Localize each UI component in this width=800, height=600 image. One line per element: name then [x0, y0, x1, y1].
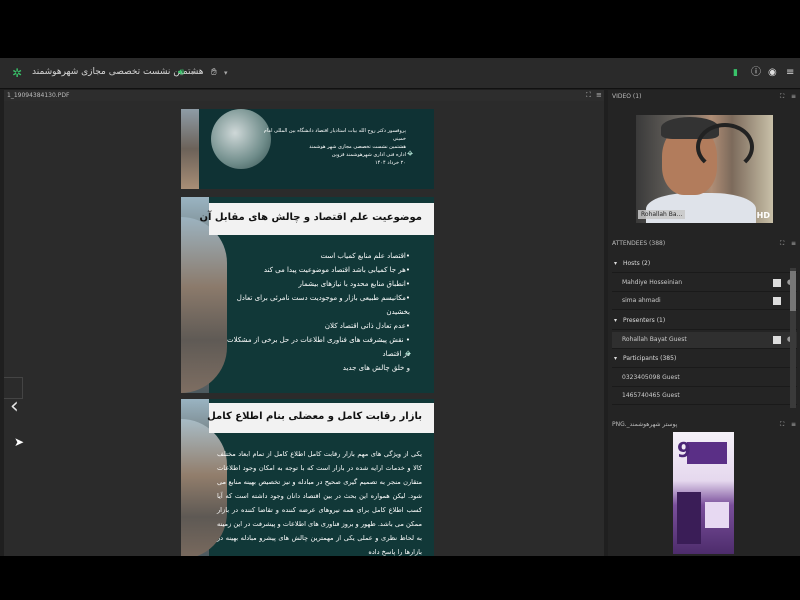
fullscreen-icon[interactable]: ⛶ — [780, 418, 784, 432]
slide-title-bar: موضوعیت علم اقتصاد و چالش های مقابل آن — [199, 203, 434, 235]
info-line: ۲۰ خرداد ۱۴۰۴ — [375, 160, 406, 166]
attendee-row[interactable]: sima ahmadi — [612, 293, 797, 310]
decorative-mark-icon: ⌖ — [407, 147, 414, 160]
attendee-row[interactable]: 0323405098 Guest — [612, 370, 797, 387]
slide-title: موضوعیت علم اقتصاد و چالش های مقابل آن — [199, 212, 422, 223]
speaker-icon[interactable]: 🔊︎ — [178, 66, 184, 80]
top-bar: ✲ هشتمین نشست تخصصی مجازی شهرهوشمند 🔊︎ ▾… — [0, 58, 800, 89]
image-pod-title: پوستر شهرهوشمند_.PNG — [612, 421, 678, 428]
attendee-row[interactable]: Mahdiye Hosseinian● — [612, 275, 797, 292]
document-viewer[interactable]: پروفسور دکتر روح الله بیات استادیار اقتص… — [4, 101, 604, 556]
info-icon[interactable]: ⓘ — [751, 66, 761, 80]
poster-number: 9 — [677, 438, 691, 462]
bullet-item: •هر جا کمیابی باشد اقتصاد موضوعیت پیدا م… — [263, 266, 410, 274]
document-file-name: 1_19094384130.PDF — [7, 92, 70, 99]
pod-menu-icon[interactable]: ≡ — [791, 237, 796, 251]
chevron-down-icon: ▾ — [614, 317, 618, 324]
chevron-down-icon[interactable]: ▾ — [191, 66, 195, 80]
attendee-row[interactable]: 1465740465 Guest — [612, 388, 797, 405]
edit-icon[interactable] — [773, 297, 781, 305]
fullscreen-icon[interactable]: ⛶ — [586, 90, 591, 101]
group-label: Presenters (1) — [623, 317, 666, 324]
chevron-down-icon: ▾ — [614, 260, 618, 267]
decorative-mark-icon: ⌖ — [405, 347, 412, 360]
pod-menu-icon[interactable]: ≡ — [596, 90, 602, 101]
edit-icon[interactable] — [773, 279, 781, 287]
attendee-scrollbar[interactable] — [790, 268, 796, 408]
raise-hand-icon[interactable]: ✋︎ — [211, 66, 217, 80]
attendee-name: Rohallah Bayat Guest — [622, 336, 687, 343]
group-label: Hosts (2) — [623, 260, 651, 267]
slide-paragraph: یکی از ویژگی های مهم بازار رقابت کامل اط… — [217, 450, 422, 556]
bullet-item: •مکانیسم طبیعی بازار و موجودیت دست نامرئ… — [236, 294, 410, 316]
group-presenters[interactable]: ▾ Presenters (1) — [612, 313, 797, 330]
slide-page-1: پروفسور دکتر روح الله بیات استادیار اقتص… — [181, 109, 434, 189]
slide-title: بازار رقابت کامل و معضلی بنام اطلاع کامل — [207, 411, 422, 422]
pod-menu-icon[interactable]: ≡ — [791, 418, 796, 432]
bullet-item: •عدم تعادل ذاتی اقتصاد کلان — [324, 322, 410, 330]
info-line: اداره فنی اداری شهرهوشمند قزوین — [331, 152, 406, 158]
help-icon[interactable]: ◉ — [768, 66, 777, 80]
attendee-name: 1465740465 Guest — [622, 392, 680, 399]
hd-badge: HD — [756, 211, 770, 220]
attendee-name: sima ahmadi — [622, 297, 661, 304]
menu-icon[interactable]: ≡ — [786, 66, 794, 80]
bullet-item: و خلق چالش های جدید — [342, 364, 410, 372]
info-line: هشتمین نشست تخصصی مجازی شهر هوشمند — [309, 144, 406, 150]
attendee-name: Mahdiye Hosseinian — [622, 279, 683, 286]
group-label: Participants (385) — [623, 355, 677, 362]
chevron-down-icon: ▾ — [614, 355, 618, 362]
headset-icon — [696, 123, 754, 171]
participants-icon[interactable]: ✲ — [10, 66, 24, 80]
edit-icon[interactable] — [773, 336, 781, 344]
fullscreen-icon[interactable]: ⛶ — [780, 90, 784, 104]
attendees-pod-title: ATTENDEES (388) — [612, 240, 666, 247]
bullet-item: • نقش پیشرفت های فناوری اطلاعات در حل بر… — [227, 336, 410, 358]
slide-page-2: موضوعیت علم اقتصاد و چالش های مقابل آن •… — [181, 197, 434, 393]
side-image — [181, 109, 199, 189]
video-pod-title: VIDEO (1) — [612, 93, 642, 100]
connection-bars-icon: ▮ — [733, 68, 738, 78]
slide-page-3: بازار رقابت کامل و معضلی بنام اطلاع کامل… — [181, 399, 434, 556]
info-line: پروفسور دکتر روح الله بیات استادیار اقتص… — [263, 128, 406, 142]
poster-image[interactable]: 9 — [673, 432, 734, 554]
document-pod-header: 1_19094384130.PDF ⛶ ≡ — [4, 90, 604, 101]
attendee-name: 0323405098 Guest — [622, 374, 680, 381]
thumbnail-toggle[interactable] — [4, 377, 23, 399]
slide-info: پروفسور دکتر روح الله بیات استادیار اقتص… — [256, 127, 406, 167]
video-feed[interactable]: Rohallah Ba... HD — [636, 115, 773, 223]
attendee-row[interactable]: Rohallah Bayat Guest● — [612, 332, 797, 349]
video-participant-label: Rohallah Ba... — [638, 210, 686, 219]
pod-menu-icon[interactable]: ≡ — [791, 90, 796, 104]
bullet-item: •اقتصاد علم منابع کمیاب است — [320, 252, 410, 260]
scrollbar-thumb[interactable] — [790, 271, 796, 311]
slide-title-bar: بازار رقابت کامل و معضلی بنام اطلاع کامل — [207, 403, 434, 433]
bullet-list: •اقتصاد علم منابع کمیاب است •هر جا کمیاب… — [220, 249, 410, 375]
group-hosts[interactable]: ▾ Hosts (2) — [612, 256, 797, 273]
fullscreen-icon[interactable]: ⛶ — [780, 237, 784, 251]
chevron-down-icon[interactable]: ▾ — [224, 66, 228, 80]
bullet-item: •انطباق منابع محدود با نیازهای بیشمار — [298, 280, 411, 288]
mouse-cursor-icon: ➤ — [14, 435, 25, 449]
group-participants[interactable]: ▾ Participants (385) — [612, 351, 797, 368]
